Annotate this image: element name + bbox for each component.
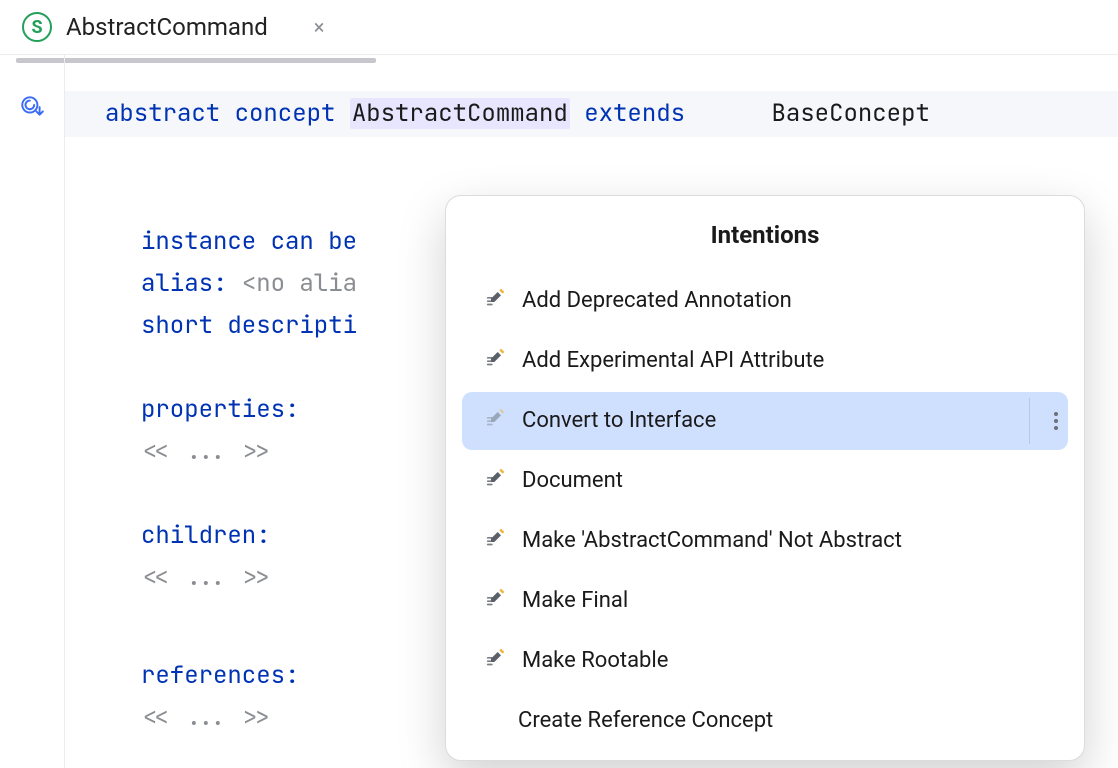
intention-label: Convert to Interface <box>522 400 716 442</box>
concept-name[interactable]: AbstractCommand <box>350 98 570 129</box>
intention-item[interactable]: Convert to Interface <box>462 392 1068 450</box>
intention-label: Add Deprecated Annotation <box>522 280 792 322</box>
intention-item[interactable]: Add Experimental API Attribute <box>462 332 1068 390</box>
intention-item[interactable]: Document <box>462 452 1068 510</box>
intention-item[interactable]: Add Deprecated Annotation <box>462 272 1068 330</box>
intention-label: Document <box>522 460 623 502</box>
separator <box>1029 398 1030 444</box>
intentions-popup: Intentions Add Deprecated Annotation Add… <box>445 195 1085 761</box>
pencil-icon <box>486 460 506 502</box>
pencil-icon <box>486 580 506 622</box>
pencil-icon <box>486 640 506 682</box>
intention-label: Add Experimental API Attribute <box>522 340 824 382</box>
tab-title: AbstractCommand <box>66 13 268 41</box>
intention-label: Make 'AbstractCommand' Not Abstract <box>522 520 902 562</box>
editor-gutter <box>0 55 65 768</box>
base-concept-name[interactable]: BaseConcept <box>771 98 929 129</box>
intention-item[interactable]: Make 'AbstractCommand' Not Abstract <box>462 512 1068 570</box>
pencil-icon <box>486 280 506 322</box>
extends-keyword: extends <box>584 98 685 129</box>
editor-tab[interactable]: S AbstractCommand × <box>22 0 324 54</box>
override-icon[interactable] <box>19 93 45 125</box>
editor-content[interactable]: abstract concept AbstractCommand extends… <box>65 55 1118 768</box>
abstract-keyword: abstract <box>105 98 220 129</box>
pencil-icon <box>486 400 506 442</box>
intention-label: Create Reference Concept <box>518 700 773 742</box>
concept-keyword: concept <box>235 98 336 129</box>
intention-item[interactable]: Make Final <box>462 572 1068 630</box>
structure-icon: S <box>22 12 52 42</box>
concept-signature[interactable]: abstract concept AbstractCommand extends… <box>65 91 1118 137</box>
more-icon[interactable] <box>1054 409 1058 433</box>
intention-item[interactable]: Make Rootable <box>462 632 1068 690</box>
tab-bar: S AbstractCommand × <box>0 0 1118 55</box>
close-icon[interactable]: × <box>314 17 325 37</box>
pencil-icon <box>486 520 506 562</box>
popup-title: Intentions <box>446 196 1084 270</box>
intention-item[interactable]: Create Reference Concept <box>462 692 1068 750</box>
intention-label: Make Rootable <box>522 640 668 682</box>
pencil-icon <box>486 340 506 382</box>
intention-label: Make Final <box>522 580 628 622</box>
